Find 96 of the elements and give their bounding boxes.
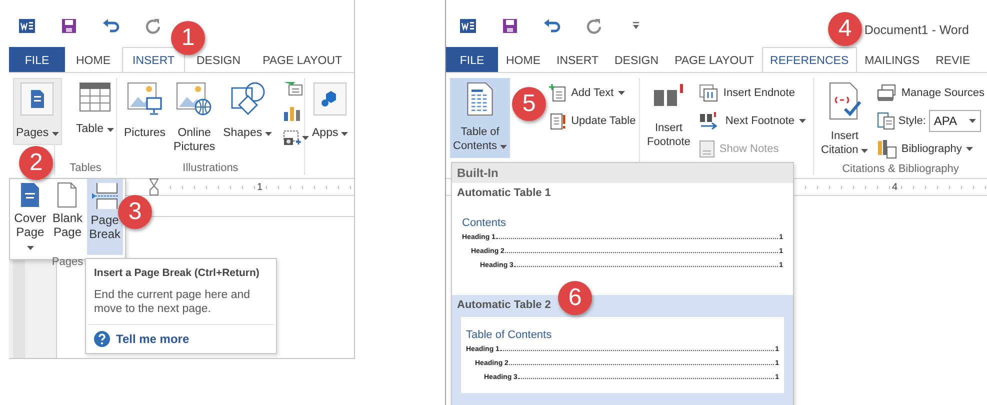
tooltip-title: Insert a Page Break (Ctrl+Return) (94, 267, 260, 279)
preview-heading: Table of Contents (466, 329, 553, 342)
cover-page-icon (19, 182, 42, 208)
camera-icon (283, 130, 302, 146)
file-tab[interactable]: FILE (446, 47, 498, 72)
caret-icon (798, 119, 806, 123)
ruler-number: 1 (255, 182, 265, 192)
step-badge: 1 (171, 21, 205, 55)
smartart-icon (283, 80, 304, 96)
save-icon (61, 18, 77, 34)
redo-icon (586, 18, 602, 34)
caret-icon (341, 132, 348, 136)
ribbon-button[interactable]: Pictures (121, 78, 169, 145)
ribbon-button[interactable]: Pages (13, 78, 62, 145)
document-icon (465, 82, 496, 116)
save-button[interactable] (501, 16, 519, 34)
table-icon (78, 82, 111, 112)
step-badge: 4 (828, 12, 862, 46)
show-notes-icon (699, 140, 716, 158)
shapes-icon (230, 82, 266, 116)
caret-icon (302, 136, 310, 140)
caret-icon (26, 246, 34, 250)
caret-icon (500, 145, 508, 149)
group-label: Pages (52, 255, 84, 269)
blank-page-icon (56, 182, 78, 208)
caret-icon (106, 128, 114, 132)
app-button[interactable] (18, 16, 36, 34)
page-break-icon (92, 182, 118, 210)
bibliography-icon (877, 139, 898, 159)
ribbon-tab[interactable]: INSERT (122, 47, 186, 72)
file-tab[interactable]: FILE (9, 47, 65, 72)
option-title: Automatic Table 2 (457, 299, 552, 312)
caret-icon (618, 91, 625, 95)
app-button[interactable] (459, 16, 477, 34)
undo-button[interactable] (102, 16, 120, 34)
ribbon-button[interactable]: Insert Citation (818, 78, 872, 162)
ribbon-button[interactable]: Insert Endnote (698, 80, 807, 106)
ribbon-button[interactable]: Insert Footnote (644, 78, 694, 154)
picture-icon (126, 82, 163, 116)
caret-icon (861, 149, 868, 153)
chart-icon (283, 105, 302, 121)
caret-icon (966, 147, 973, 151)
redo-button[interactable] (585, 16, 603, 34)
citation-icon (828, 82, 862, 120)
ribbon-button[interactable]: Bibliography (876, 136, 986, 162)
save-icon (502, 18, 518, 34)
ribbon-button[interactable]: Online Pictures (170, 78, 218, 159)
ruler-number: 4 (890, 182, 900, 192)
group-label: Tables (70, 161, 102, 175)
save-button[interactable] (60, 16, 78, 34)
ribbon-button[interactable]: Update Table (548, 108, 637, 134)
sources-icon (877, 84, 898, 102)
word-icon (19, 18, 35, 34)
indent-marker-icon (149, 178, 159, 196)
online-picture-icon (176, 82, 212, 116)
window-title: Document1 - Word (864, 22, 969, 36)
step-badge: 2 (19, 146, 53, 180)
style-icon (877, 112, 896, 130)
update-icon (549, 112, 568, 130)
redo-icon (145, 18, 161, 34)
redo-button[interactable] (144, 16, 162, 34)
tooltip-text: End the current page here and move to the next page. (94, 288, 252, 316)
apps-icon (313, 82, 348, 116)
help-link[interactable]: Tell me more (94, 331, 268, 347)
ribbon-button[interactable]: Apps (309, 78, 352, 145)
group-label: Citations & Bibliography (842, 162, 959, 176)
preview-heading: Contents (462, 217, 508, 229)
screenshot-button[interactable] (283, 130, 310, 146)
word-icon (460, 18, 476, 34)
undo-icon (543, 18, 561, 34)
customize-icon (632, 22, 640, 30)
ribbon-button[interactable]: Manage Sources (876, 80, 986, 106)
ribbon-button[interactable]: Table of Contents (450, 78, 510, 158)
style-label: Style: (898, 115, 926, 127)
style-select[interactable]: APA (928, 110, 981, 132)
ribbon-tab[interactable]: REFERENCES (762, 47, 857, 72)
menu-item[interactable]: Cover Page (12, 179, 48, 255)
menu-item[interactable]: Blank Page (49, 179, 86, 255)
ribbon-button[interactable]: Add Text (548, 80, 637, 106)
endnote-icon (699, 84, 720, 102)
page-icon (20, 82, 54, 116)
help-icon (94, 331, 110, 347)
step-badge: 5 (512, 87, 546, 121)
undo-button[interactable] (543, 16, 561, 34)
caret-icon (265, 132, 272, 136)
ribbon-button[interactable]: Table (73, 78, 117, 141)
add-text-icon (549, 84, 568, 102)
group-label: Illustrations (182, 161, 238, 175)
undo-icon (102, 18, 120, 34)
ribbon-button[interactable]: Next Footnote (698, 108, 807, 134)
ribbon-button[interactable]: Shapes (220, 78, 276, 145)
menu-item[interactable]: Page Break (86, 179, 123, 255)
option-title: Automatic Table 1 (457, 187, 552, 199)
menu-header: Built-In (452, 163, 793, 183)
caret-icon (52, 132, 59, 136)
caret-icon (968, 119, 976, 123)
